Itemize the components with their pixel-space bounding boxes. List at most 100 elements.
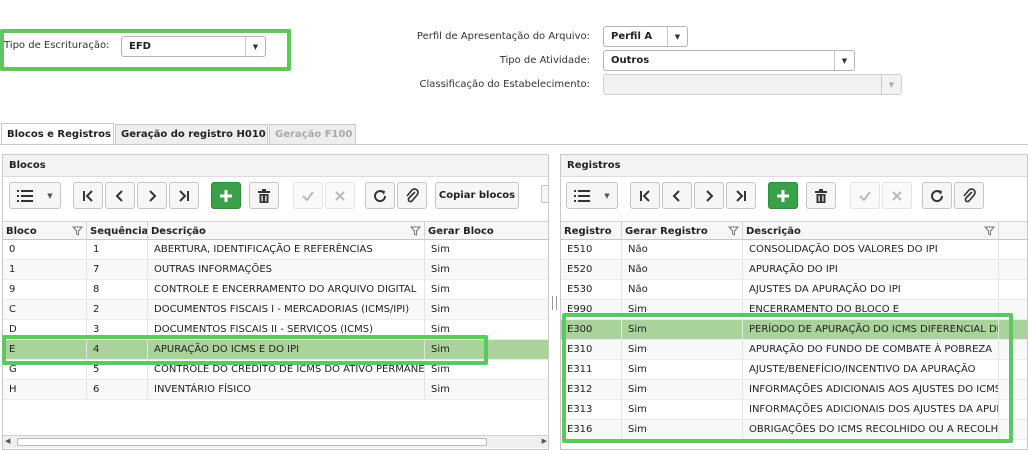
filter-icon[interactable] <box>410 226 421 236</box>
chevron-down-icon[interactable]: ▼ <box>245 37 265 56</box>
blocos-hscrollbar[interactable]: ◀ ▶ <box>3 435 548 448</box>
cell-gerar: Sim <box>622 340 743 359</box>
col-descricao[interactable]: Descrição <box>743 222 999 240</box>
last-icon <box>736 189 746 202</box>
list-menu-button[interactable]: ▼ <box>566 182 618 209</box>
table-row[interactable]: E510 Não CONSOLIDAÇÃO DOS VALORES DO IPI <box>561 240 1027 260</box>
confirm-button[interactable] <box>293 182 323 209</box>
classificacao-select[interactable]: ▼ <box>603 74 902 95</box>
table-row[interactable]: E 4 APURAÇÃO DO ICMS E DO IPI Sim <box>3 340 548 360</box>
registros-grid-header: Registro Gerar Registro Descrição <box>561 221 1027 240</box>
filter-icon[interactable] <box>72 226 83 236</box>
table-row[interactable]: 0 1 ABERTURA, IDENTIFICAÇÃO E REFERÊNCIAS S… <box>3 240 548 260</box>
col-bloco[interactable]: Bloco <box>3 222 87 240</box>
tipo-escrituracao-select[interactable]: EFD ▼ <box>121 36 266 57</box>
chevron-down-icon[interactable]: ▼ <box>881 75 901 94</box>
table-row[interactable]: E520 Não APURAÇÃO DO IPI <box>561 260 1027 280</box>
table-row[interactable]: E312 Sim INFORMAÇÕES ADICIONAIS AOS AJUSTE… <box>561 380 1027 400</box>
cell-desc: APURAÇÃO DO IPI <box>743 260 999 279</box>
first-icon <box>640 189 650 202</box>
delete-button[interactable] <box>249 182 279 209</box>
last-button[interactable] <box>169 182 199 209</box>
cell-gerar: Sim <box>425 360 548 379</box>
tab-geracao-h010[interactable]: Geração do registro H010 <box>115 124 268 144</box>
next-button[interactable] <box>137 182 167 209</box>
table-row[interactable]: E300 Sim PERÍODO DE APURAÇÃO DO ICMS DIFER… <box>561 320 1027 340</box>
tab-blocos-registros[interactable]: Blocos e Registros <box>1 123 114 144</box>
table-row[interactable]: E313 Sim INFORMAÇÕES ADICIONAIS DOS AJUSTE… <box>561 400 1027 420</box>
add-button[interactable] <box>768 182 798 209</box>
cell-gerar: Sim <box>622 380 743 399</box>
table-row[interactable]: D 3 DOCUMENTOS FISCAIS II - SERVIÇOS (ICMS… <box>3 320 548 340</box>
prev-button[interactable] <box>105 182 135 209</box>
col-bloco-label: Bloco <box>6 225 37 237</box>
cell-gerar: Sim <box>622 420 743 439</box>
cell-desc: OUTRAS INFORMAÇÕES <box>148 260 425 279</box>
first-button[interactable] <box>630 182 660 209</box>
next-button[interactable] <box>694 182 724 209</box>
delete-button[interactable] <box>806 182 836 209</box>
cell-gerar: Não <box>622 260 743 279</box>
cell-gerar: Sim <box>425 320 548 339</box>
filter-icon[interactable] <box>984 226 995 236</box>
attach-button[interactable] <box>954 182 984 209</box>
table-row[interactable]: G 5 CONTROLE DO CRÉDITO DE ICMS DO ATIVO P… <box>3 360 548 380</box>
cell-seq: 2 <box>87 300 148 319</box>
cell-bloco: 1 <box>3 260 87 279</box>
col-registro[interactable]: Registro <box>561 222 622 240</box>
cell-desc: AJUSTE/BENEFÍCIO/INCENTIVO DA APURAÇÃO <box>743 360 999 379</box>
atividade-select[interactable]: Outros ▼ <box>603 50 855 71</box>
table-row[interactable]: E530 Não AJUSTES DA APURAÇÃO DO IPI <box>561 280 1027 300</box>
table-row[interactable]: 1 7 OUTRAS INFORMAÇÕES Sim <box>3 260 548 280</box>
cell-gerar: Sim <box>425 300 548 319</box>
list-menu-button[interactable]: ▼ <box>9 182 61 209</box>
refresh-button[interactable] <box>365 182 395 209</box>
prev-button[interactable] <box>662 182 692 209</box>
copy-blocos-button[interactable]: Copiar blocos <box>435 182 519 209</box>
col-gerar-registro[interactable]: Gerar Registro <box>622 222 743 240</box>
scroll-right-icon[interactable]: ▶ <box>542 437 547 445</box>
filter-icon[interactable] <box>728 226 739 236</box>
scroll-thumb[interactable] <box>17 438 487 446</box>
first-button[interactable] <box>73 182 103 209</box>
perfil-select[interactable]: Perfil A ▼ <box>603 26 688 47</box>
table-row[interactable]: 9 8 CONTROLE E ENCERRAMENTO DO ARQUIVO DIG… <box>3 280 548 300</box>
cancel-button[interactable] <box>882 182 912 209</box>
tab-strip-line <box>0 144 1028 145</box>
cell-reg: E311 <box>561 360 622 379</box>
last-button[interactable] <box>726 182 756 209</box>
more-button[interactable] <box>541 185 548 203</box>
cell-bloco: E <box>3 340 87 359</box>
table-row[interactable]: E310 Sim APURAÇÃO DO FUNDO DE COMBATE À PO… <box>561 340 1027 360</box>
col-sequencia[interactable]: Sequência <box>87 222 148 240</box>
cancel-button[interactable] <box>325 182 355 209</box>
chevron-down-icon[interactable]: ▼ <box>667 27 687 46</box>
add-icon <box>220 189 232 202</box>
chevron-down-icon[interactable]: ▼ <box>834 51 854 70</box>
registros-panel-title: Registros <box>561 155 1027 177</box>
cell-gerar: Sim <box>622 400 743 419</box>
col-descricao-label: Descrição <box>746 225 801 237</box>
tipo-escrituracao-value: EFD <box>129 41 151 52</box>
table-row[interactable]: E990 Sim ENCERRAMENTO DO BLOCO E <box>561 300 1027 320</box>
table-row[interactable]: H 6 INVENTÁRIO FÍSICO Sim <box>3 380 548 400</box>
add-button[interactable] <box>211 182 241 209</box>
refresh-button[interactable] <box>922 182 952 209</box>
blocos-panel: Blocos ▼ Copiar blocos Bloco Sequência D… <box>2 154 549 450</box>
cell-desc: APURAÇÃO DO ICMS E DO IPI <box>148 340 425 359</box>
col-sequencia-label: Sequência <box>90 225 148 237</box>
col-gerar-bloco[interactable]: Gerar Bloco <box>425 222 548 240</box>
scroll-left-icon[interactable]: ◀ <box>5 437 10 445</box>
list-icon <box>17 189 34 202</box>
table-row[interactable]: E316 Sim OBRIGAÇÕES DO ICMS RECOLHIDO OU A… <box>561 420 1027 440</box>
chevron-down-icon: ▼ <box>47 191 53 200</box>
attach-button[interactable] <box>397 182 427 209</box>
table-row[interactable]: C 2 DOCUMENTOS FISCAIS I - MERCADORIAS (IC… <box>3 300 548 320</box>
confirm-button[interactable] <box>850 182 880 209</box>
add-icon <box>777 189 789 202</box>
tipo-escrituracao-label: Tipo de Escrituração: <box>4 40 110 51</box>
table-row[interactable]: E311 Sim AJUSTE/BENEFÍCIO/INCENTIVO DA APU… <box>561 360 1027 380</box>
refresh-icon <box>931 189 944 202</box>
splitter-handle[interactable] <box>552 296 557 310</box>
col-descricao[interactable]: Descrição <box>148 222 425 240</box>
